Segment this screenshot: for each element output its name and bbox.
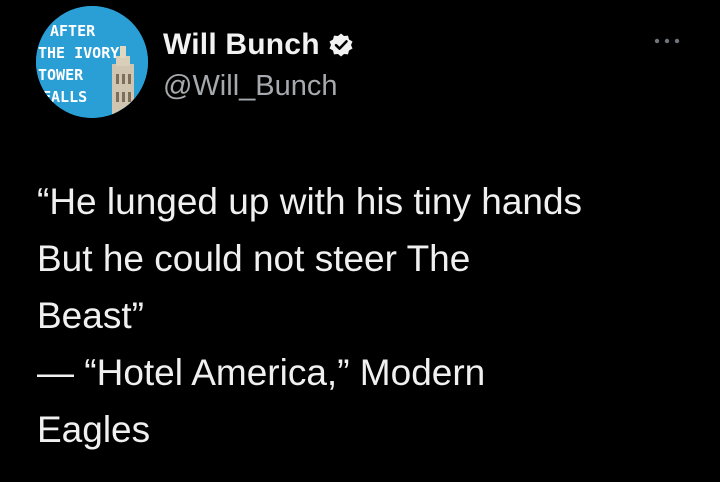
verified-badge-icon xyxy=(329,33,353,57)
avatar[interactable]: AFTER THE IVORY TOWER FALLS xyxy=(36,6,148,118)
tweet-text-line: But he could not steer The xyxy=(37,238,471,279)
tweet-text-line: Beast” xyxy=(37,295,144,336)
avatar-line-2: THE IVORY xyxy=(38,44,119,62)
book-cover-avatar-image: AFTER THE IVORY TOWER FALLS xyxy=(36,6,148,118)
avatar-line-3: TOWER xyxy=(38,66,84,84)
author-handle[interactable]: @Will_Bunch xyxy=(163,70,338,103)
avatar-line-4: FALLS xyxy=(42,88,87,106)
tweet-text-line: — “Hotel America,” Modern xyxy=(37,352,486,393)
tweet-text-line: “He lunged up with his tiny hands xyxy=(37,181,583,222)
tweet-text-line: Eagles xyxy=(37,409,151,450)
author-name-row[interactable]: Will Bunch xyxy=(163,28,354,62)
tweet-card: AFTER THE IVORY TOWER FALLS Will Bunch @… xyxy=(0,0,720,482)
author-display-name[interactable]: Will Bunch xyxy=(163,28,320,62)
avatar-line-1: AFTER xyxy=(50,22,96,40)
tweet-text: “He lunged up with his tiny hands But he… xyxy=(37,173,707,458)
ellipsis-icon[interactable] xyxy=(652,36,682,46)
